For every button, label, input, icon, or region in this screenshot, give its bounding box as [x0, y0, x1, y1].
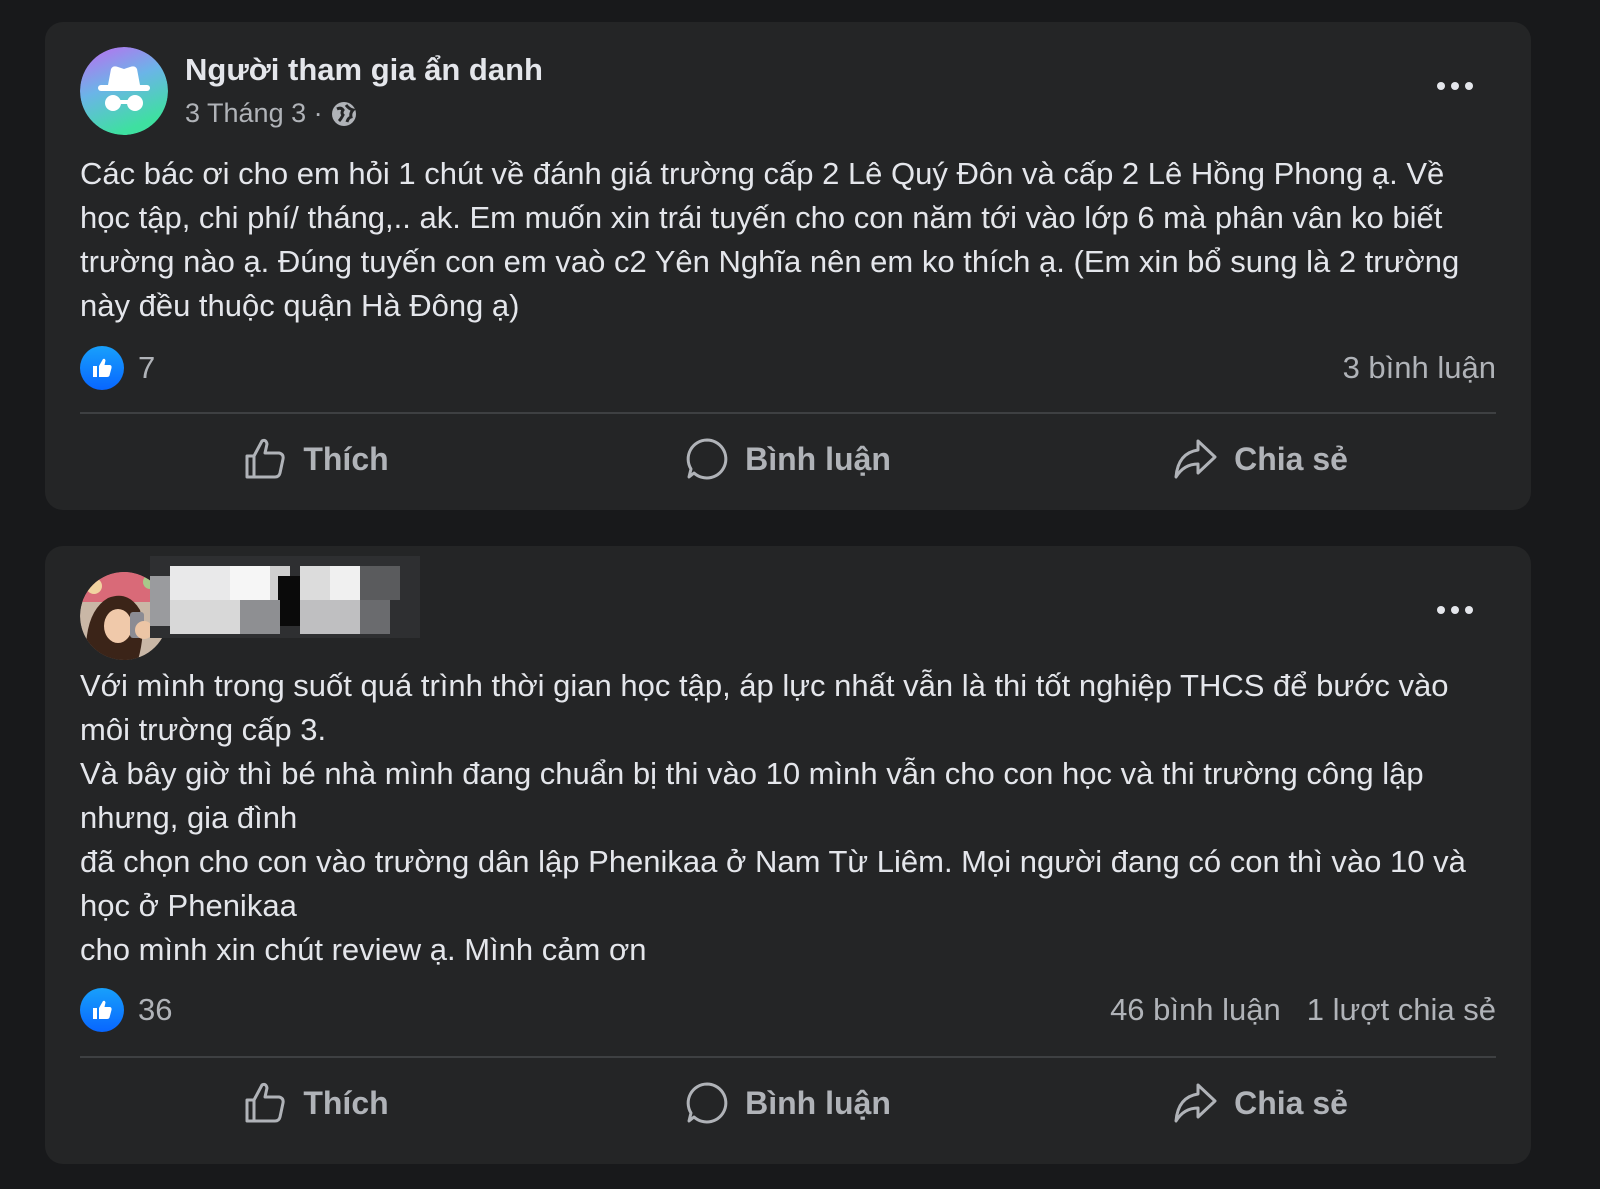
post-text-line: đã chọn cho con vào trường dân lập Pheni… — [80, 844, 1466, 923]
like-count-group[interactable]: 7 — [80, 346, 155, 390]
post-body: Các bác ơi cho em hỏi 1 chút về đánh giá… — [80, 152, 1501, 328]
post-card: Với mình trong suốt quá trình thời gian … — [45, 546, 1531, 1164]
divider — [80, 412, 1496, 414]
like-label: Thích — [303, 440, 389, 477]
share-button[interactable]: Chia sẻ — [1024, 1081, 1496, 1125]
globe-icon — [331, 101, 357, 127]
more-dots-icon — [1437, 82, 1473, 90]
incognito-icon — [80, 47, 168, 135]
comment-button[interactable]: Bình luận — [552, 437, 1024, 481]
share-count[interactable]: 1 lượt chia sẻ — [1307, 992, 1496, 1028]
divider — [80, 1056, 1496, 1058]
post-text-line: cho mình xin chút review ạ. Mình cảm ơn — [80, 932, 647, 967]
post-card: Người tham gia ẩn danh 3 Tháng 3 · Các b… — [45, 22, 1531, 510]
like-button[interactable]: Thích — [80, 437, 552, 481]
share-arrow-icon — [1174, 1083, 1217, 1123]
comment-bubble-icon — [686, 1082, 728, 1124]
thumbs-up-outline-icon — [245, 1082, 285, 1123]
like-count: 7 — [138, 350, 156, 385]
thumbs-up-outline-icon — [245, 438, 285, 479]
like-label: Thích — [303, 1084, 389, 1121]
action-bar: Thích Bình luận Chia sẻ — [80, 1068, 1496, 1138]
comment-label: Bình luận — [745, 1084, 891, 1121]
thumbs-up-icon — [80, 346, 124, 390]
comment-count[interactable]: 3 bình luận — [1343, 350, 1496, 386]
like-count-group[interactable]: 36 — [80, 988, 172, 1032]
author-name[interactable]: Người tham gia ẩn danh — [185, 52, 543, 88]
like-count: 36 — [138, 992, 173, 1027]
share-label: Chia sẻ — [1234, 1084, 1348, 1121]
anonymous-avatar[interactable] — [80, 47, 168, 135]
redacted-author-info — [150, 556, 420, 638]
share-label: Chia sẻ — [1234, 440, 1348, 477]
post-text-line: Và bây giờ thì bé nhà mình đang chuẩn bị… — [80, 756, 1424, 835]
share-arrow-icon — [1174, 439, 1217, 479]
comment-count[interactable]: 46 bình luận — [1110, 992, 1281, 1028]
reactions-bar: 7 3 bình luận — [80, 344, 1496, 392]
thumbs-up-icon — [80, 988, 124, 1032]
more-dots-icon — [1437, 606, 1473, 614]
reactions-bar: 36 46 bình luận 1 lượt chia sẻ — [80, 986, 1496, 1034]
more-options-button[interactable] — [1431, 74, 1479, 98]
post-date[interactable]: 3 Tháng 3 · — [185, 98, 323, 129]
post-text-line: Với mình trong suốt quá trình thời gian … — [80, 668, 1449, 747]
comment-label: Bình luận — [745, 440, 891, 477]
post-meta: 3 Tháng 3 · — [185, 98, 357, 129]
action-bar: Thích Bình luận Chia sẻ — [80, 424, 1496, 494]
post-text: Các bác ơi cho em hỏi 1 chút về đánh giá… — [80, 156, 1460, 323]
like-button[interactable]: Thích — [80, 1081, 552, 1125]
comment-button[interactable]: Bình luận — [552, 1081, 1024, 1125]
comment-bubble-icon — [686, 438, 728, 480]
post-body: Với mình trong suốt quá trình thời gian … — [80, 664, 1501, 972]
share-button[interactable]: Chia sẻ — [1024, 437, 1496, 481]
more-options-button[interactable] — [1431, 598, 1479, 622]
